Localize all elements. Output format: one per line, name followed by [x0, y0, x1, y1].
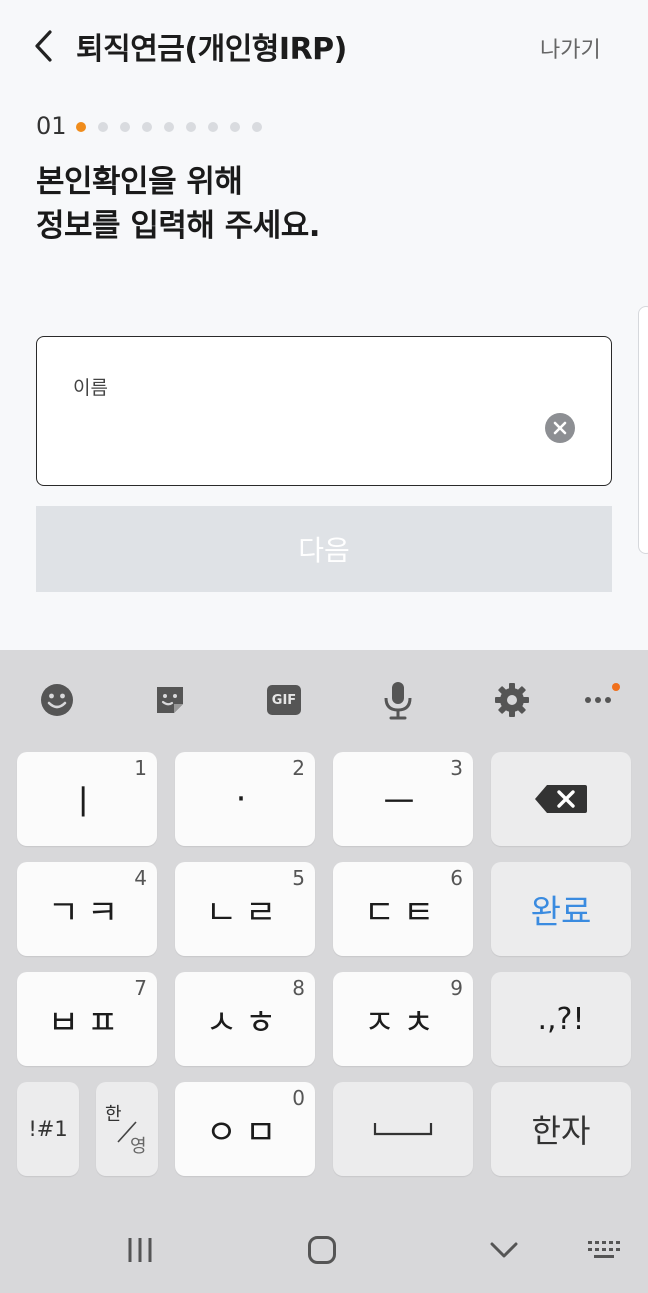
settings-gear-icon — [495, 683, 529, 717]
hanja-key[interactable]: 한자 — [491, 1082, 631, 1176]
key-number: 2 — [292, 756, 305, 780]
key-eu[interactable]: 3 ㅡ — [333, 752, 473, 846]
backspace-icon — [535, 785, 587, 813]
key-label: ㄱㅋ — [47, 892, 127, 933]
key-label: · — [235, 779, 255, 819]
key-s-h[interactable]: 8 ㅅㅎ — [175, 972, 315, 1066]
navigation-bar — [0, 1210, 648, 1293]
side-scroll-tab[interactable] — [638, 306, 648, 554]
chevron-left-icon — [35, 30, 52, 62]
step-number: 01 — [36, 112, 67, 140]
step-dot — [98, 122, 108, 132]
page-title: 퇴직연금(개인형IRP) — [76, 32, 347, 67]
exit-button[interactable]: 나가기 — [540, 32, 601, 64]
home-icon — [308, 1236, 336, 1264]
name-field-label: 이름 — [73, 377, 108, 399]
sticker-button[interactable] — [148, 678, 192, 722]
sticker-icon — [157, 687, 183, 713]
key-number: 9 — [450, 976, 463, 1000]
key-number: 7 — [134, 976, 147, 1000]
lang-english-label: 영 — [130, 1136, 147, 1157]
key-label: ㄷㅌ — [363, 892, 443, 933]
key-label: ㄴㄹ — [205, 892, 285, 933]
back-nav-button[interactable] — [482, 1228, 526, 1272]
notification-dot — [612, 683, 620, 691]
key-label: ㅣ — [67, 782, 107, 823]
heading-line-1: 본인확인을 위해 — [36, 164, 243, 200]
keyboard-settings-button[interactable] — [490, 678, 534, 722]
name-input[interactable] — [73, 413, 537, 455]
recent-apps-button[interactable] — [118, 1228, 162, 1272]
slash-icon — [117, 1121, 137, 1143]
keyboard-switch-button[interactable] — [582, 1228, 626, 1272]
emoji-button[interactable] — [35, 678, 79, 722]
key-number: 4 — [134, 866, 147, 890]
step-dot — [252, 122, 262, 132]
key-i[interactable]: 1 ㅣ — [17, 752, 157, 846]
done-key[interactable]: 완료 — [491, 862, 631, 956]
key-label: ㅡ — [383, 782, 423, 823]
microphone-icon — [384, 682, 412, 720]
step-dot — [230, 122, 240, 132]
key-label: 한자 — [531, 1112, 591, 1150]
key-label: ㅅㅎ — [205, 1002, 285, 1043]
step-dot — [142, 122, 152, 132]
gif-icon: GIF — [267, 685, 301, 715]
key-o-m[interactable]: 0 ㅇㅁ — [175, 1082, 315, 1176]
voice-input-button[interactable] — [376, 678, 420, 722]
done-key-label: 완료 — [530, 892, 592, 931]
gif-button[interactable]: GIF — [262, 678, 306, 722]
key-d-t[interactable]: 6 ㄷㅌ — [333, 862, 473, 956]
keyboard: GIF 1 ㅣ 2 · 3 ㅡ 4 ㄱㅋ 5 ㄴㄹ 6 ㄷㅌ 완료 7 ㅂㅍ 8… — [0, 650, 648, 1293]
key-label: ㅈㅊ — [363, 1002, 443, 1043]
key-label: !#1 — [28, 1117, 68, 1141]
keyboard-icon — [588, 1241, 620, 1258]
gif-label: GIF — [271, 692, 297, 708]
key-number: 1 — [134, 756, 147, 780]
back-button[interactable] — [28, 26, 62, 66]
instruction-heading: 본인확인을 위해 정보를 입력해 주세요. — [36, 160, 321, 248]
space-icon — [373, 1123, 433, 1136]
name-field[interactable]: 이름 — [36, 336, 612, 486]
recent-apps-icon — [128, 1238, 152, 1262]
keyboard-toolbar: GIF — [0, 650, 648, 750]
symbols-key[interactable]: !#1 — [17, 1082, 79, 1176]
step-dot — [208, 122, 218, 132]
back-chevron-down-icon — [490, 1242, 518, 1258]
step-dot — [186, 122, 196, 132]
emoji-icon — [41, 684, 73, 716]
key-number: 3 — [450, 756, 463, 780]
step-dot — [120, 122, 130, 132]
space-key[interactable] — [333, 1082, 473, 1176]
key-number: 5 — [292, 866, 305, 890]
heading-line-2: 정보를 입력해 주세요. — [36, 208, 321, 244]
key-b-p[interactable]: 7 ㅂㅍ — [17, 972, 157, 1066]
key-number: 0 — [292, 1086, 305, 1110]
key-label: .,?! — [537, 1001, 585, 1037]
more-icon — [585, 697, 611, 703]
backspace-key[interactable] — [491, 752, 631, 846]
language-switch-key[interactable]: 한 영 — [96, 1082, 158, 1176]
key-label: ㅇㅁ — [205, 1112, 285, 1153]
step-dot — [164, 122, 174, 132]
home-button[interactable] — [300, 1228, 344, 1272]
key-number: 6 — [450, 866, 463, 890]
key-dot[interactable]: 2 · — [175, 752, 315, 846]
key-j-ch[interactable]: 9 ㅈㅊ — [333, 972, 473, 1066]
key-number: 8 — [292, 976, 305, 1000]
step-dot-active — [76, 122, 86, 132]
key-label: ㅂㅍ — [47, 1002, 127, 1043]
key-g-k[interactable]: 4 ㄱㅋ — [17, 862, 157, 956]
key-n-r[interactable]: 5 ㄴㄹ — [175, 862, 315, 956]
punctuation-key[interactable]: .,?! — [491, 972, 631, 1066]
next-button[interactable]: 다음 — [36, 506, 612, 592]
clear-icon — [553, 421, 567, 435]
clear-button[interactable] — [545, 413, 575, 443]
step-indicator — [76, 122, 262, 132]
